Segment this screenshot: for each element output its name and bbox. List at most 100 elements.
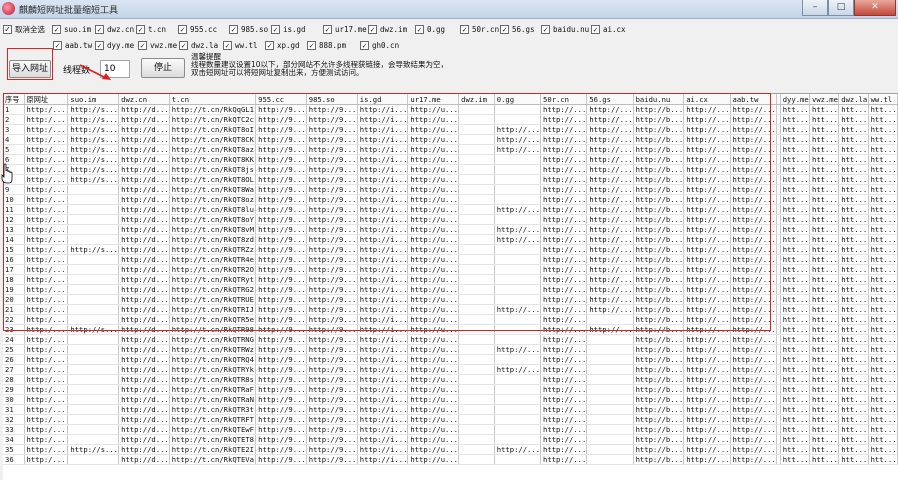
table-cell[interactable]: htt... [868, 334, 898, 345]
table-cell[interactable]: http://d... [118, 194, 170, 205]
table-row[interactable]: 3 http:/... http://s... http://d... http://t… [3, 124, 898, 135]
table-cell[interactable]: http://... [540, 344, 588, 355]
table-row[interactable]: 35 http:/... http://s... http://d... http://… [3, 444, 898, 455]
table-cell[interactable]: htt... [780, 414, 811, 425]
table-cell[interactable] [458, 284, 495, 295]
table-cell[interactable]: htt... [868, 214, 898, 225]
checkbox-check-icon[interactable]: ✓ [223, 40, 232, 50]
table-cell[interactable]: http://... [730, 444, 777, 455]
table-cell[interactable]: http://d... [118, 184, 170, 195]
table-cell[interactable]: http://t.cn/RkQTRaN [169, 394, 257, 405]
domain-checkbox[interactable]: ✓ 955.cc [178, 23, 217, 35]
table-cell[interactable] [494, 314, 542, 325]
table-cell[interactable]: htt... [809, 384, 840, 395]
domain-checkbox[interactable]: ✓ ai.cx [591, 23, 626, 35]
table-cell[interactable]: http://9... [306, 174, 358, 185]
table-cell[interactable]: htt... [838, 254, 869, 265]
domain-checkbox[interactable]: ✓ dwz.la [179, 39, 218, 51]
table-cell[interactable]: htt... [780, 204, 811, 215]
table-cell[interactable]: http://... [683, 154, 731, 165]
table-cell[interactable]: http://... [683, 204, 731, 215]
table-cell[interactable]: http://t.cn/RkQT8az [169, 144, 257, 155]
table-cell[interactable]: http:/... [24, 434, 69, 445]
table-cell[interactable]: http://9... [255, 424, 307, 435]
table-cell[interactable]: http:/... [24, 294, 69, 305]
table-cell[interactable]: http://... [683, 124, 731, 135]
table-cell[interactable]: htt... [809, 274, 840, 285]
table-cell[interactable] [586, 334, 634, 345]
minimize-icon[interactable]: – [802, 0, 828, 16]
table-cell[interactable]: http://9... [255, 384, 307, 395]
table-cell[interactable]: http://s... [67, 244, 120, 255]
table-cell[interactable] [67, 314, 120, 325]
table-cell[interactable]: http://... [494, 204, 542, 215]
table-cell[interactable]: http://9... [255, 234, 307, 245]
table-cell[interactable]: http://... [730, 284, 777, 295]
table-row[interactable]: 5 http:/... http://s... http://d... http://t… [3, 144, 898, 155]
table-cell[interactable]: htt... [809, 304, 840, 315]
table-cell[interactable]: htt... [868, 384, 898, 395]
checkbox-check-icon[interactable]: ✓ [591, 24, 600, 34]
table-cell[interactable]: http://u... [407, 204, 460, 215]
table-cell[interactable]: http://b... [633, 294, 685, 305]
checkbox-check-icon[interactable]: ✓ [178, 24, 187, 34]
table-cell[interactable]: http://d... [118, 204, 170, 215]
table-cell[interactable]: http://... [540, 204, 588, 215]
table-cell[interactable]: htt... [780, 454, 811, 465]
table-cell[interactable]: http://... [540, 134, 588, 145]
table-cell[interactable]: htt... [809, 174, 840, 185]
table-cell[interactable]: http://u... [407, 364, 460, 375]
table-cell[interactable] [67, 334, 120, 345]
table-cell[interactable]: htt... [809, 134, 840, 145]
table-cell[interactable]: htt... [780, 354, 811, 365]
table-cell[interactable]: http://... [540, 234, 588, 245]
table-cell[interactable]: htt... [838, 314, 869, 325]
table-cell[interactable]: htt... [809, 334, 840, 345]
table-cell[interactable] [458, 184, 495, 195]
table-cell[interactable]: http://... [540, 174, 588, 185]
table-cell[interactable]: http://d... [118, 294, 170, 305]
column-header[interactable]: ur17.me [407, 94, 460, 105]
table-row[interactable]: 36 http:/... http://d... http://t.cn/RkQTEV… [3, 454, 898, 465]
table-cell[interactable]: http:/... [24, 144, 69, 155]
table-cell[interactable]: http://... [586, 104, 634, 115]
table-cell[interactable]: http://9... [255, 404, 307, 415]
table-cell[interactable]: http://b... [633, 304, 685, 315]
table-cell[interactable]: http://t.cn/RkQT8KK [169, 154, 257, 165]
table-cell[interactable]: http://... [683, 174, 731, 185]
table-cell[interactable]: htt... [780, 394, 811, 405]
table-cell[interactable]: htt... [838, 354, 869, 365]
table-cell[interactable]: http://... [540, 444, 588, 455]
table-cell[interactable]: http://u... [407, 194, 460, 205]
domain-checkbox[interactable]: ✓ suo.im [52, 23, 91, 35]
table-cell[interactable]: http://t.cn/RkQTRWz [169, 344, 257, 355]
table-cell[interactable]: http://9... [255, 264, 307, 275]
table-cell[interactable] [494, 174, 542, 185]
table-cell[interactable]: http://i... [357, 224, 409, 235]
table-cell[interactable]: http://u... [407, 334, 460, 345]
table-cell[interactable]: http://... [683, 194, 731, 205]
table-cell[interactable]: http://b... [633, 114, 685, 125]
table-cell[interactable]: http://i... [357, 134, 409, 145]
table-cell[interactable]: http://9... [306, 184, 358, 195]
table-cell[interactable] [67, 344, 120, 355]
table-cell[interactable] [458, 404, 495, 415]
table-cell[interactable]: http://... [683, 244, 731, 255]
column-header[interactable]: 序号 [3, 94, 25, 105]
table-cell[interactable]: htt... [868, 234, 898, 245]
table-cell[interactable]: http://... [540, 334, 588, 345]
table-cell[interactable]: http://... [683, 164, 731, 175]
table-cell[interactable]: http://i... [357, 364, 409, 375]
table-cell[interactable]: http://u... [407, 394, 460, 405]
table-cell[interactable]: http://b... [633, 374, 685, 385]
maximize-icon[interactable]: □ [828, 0, 854, 16]
table-cell[interactable] [458, 154, 495, 165]
table-cell[interactable]: http://9... [255, 434, 307, 445]
table-cell[interactable]: http://s... [67, 174, 120, 185]
table-cell[interactable]: http://... [730, 204, 777, 215]
table-cell[interactable]: http://d... [118, 284, 170, 295]
table-cell[interactable]: htt... [780, 324, 811, 335]
domain-checkbox[interactable]: ✓ 888.pm [307, 39, 346, 51]
table-cell[interactable]: http://t.cn/RkQT8js [169, 164, 257, 175]
table-cell[interactable]: htt... [868, 394, 898, 405]
